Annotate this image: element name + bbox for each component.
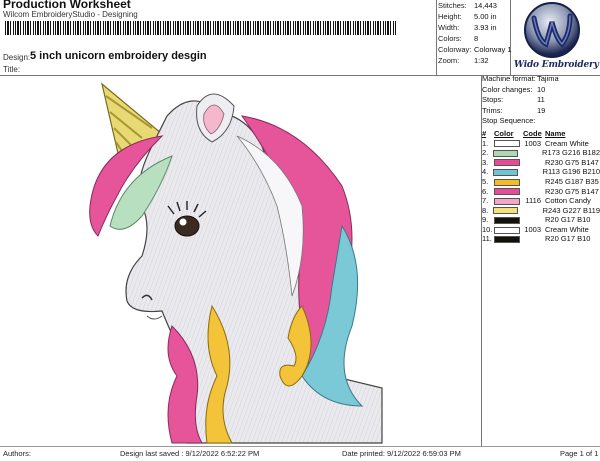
sequence-row: 10. 1003 Cream White (482, 224, 589, 234)
color-swatch (494, 226, 520, 234)
authors-label: Authors: (3, 449, 31, 458)
sequence-row: 4. R113 G196 B210 (482, 167, 600, 177)
logo-text: Wido Embroidery (514, 60, 599, 70)
stat-height: Height: 5.00 in (438, 12, 497, 21)
date-printed: Date printed: 9/12/2022 6:59:03 PM (342, 449, 461, 458)
color-swatch (493, 207, 519, 215)
sequence-row: 5. R245 G187 B35 (482, 176, 599, 186)
color-swatch (494, 197, 520, 205)
color-swatch (493, 149, 519, 157)
last-saved: Design last saved : 9/12/2022 6:52:22 PM (120, 449, 260, 458)
stat-zoom: Zoom: 1:32 (438, 56, 489, 65)
mouth (146, 315, 163, 320)
sequence-row: 9. R20 G17 B10 (482, 215, 591, 225)
color-swatch (494, 188, 520, 196)
sequence-header: # Color Code Name (482, 128, 566, 138)
stops: Stops: 11 (482, 95, 545, 104)
stat-colors: Colors: 8 (438, 34, 479, 43)
sequence-row: 7. 1116 Cotton Candy (482, 196, 591, 206)
sequence-row: 2. R173 G216 B182 (482, 148, 600, 158)
sequence-row: 11. R20 G17 B10 (482, 234, 591, 244)
stop-sequence-title: Stop Sequence: (482, 116, 536, 125)
sequence-row: 8. R243 G227 B119 (482, 205, 600, 215)
color-swatch (494, 159, 520, 167)
stat-stitches: Stitches: 14,443 (438, 1, 497, 10)
color-swatch (494, 178, 520, 186)
footer: Authors: Design last saved : 9/12/2022 6… (0, 446, 600, 461)
color-changes: Color changes: 10 (482, 84, 546, 94)
design-name: 5 inch unicorn embroidery desgin (30, 50, 207, 62)
sequence-row: 6. R230 G75 B147 (482, 186, 599, 196)
design-label: Design: (3, 53, 31, 62)
stats-divider (436, 0, 437, 75)
trims: Trims: 19 (482, 105, 546, 115)
color-swatch (494, 217, 520, 225)
color-swatch (494, 140, 520, 148)
machine-format: Machine format: Tajima (482, 74, 559, 83)
sequence-row: 1. 1003 Cream White (482, 138, 589, 148)
sequence-row: 3. R230 G75 B147 (482, 157, 599, 167)
stat-width: Width: 3.93 in (438, 23, 497, 32)
color-swatch (494, 236, 520, 244)
stat-colorway: Colorway: Colorway 1 (438, 45, 512, 54)
barcode (5, 21, 397, 35)
title-label: Title: (3, 65, 21, 74)
design-canvas (89, 82, 383, 444)
page-number: Page 1 of 1 (560, 449, 599, 458)
machine-panel: Machine format: Tajima Color changes: 10 S… (482, 74, 600, 245)
eye (174, 215, 200, 237)
design-stats: Stitches: 14,443 Height: 5.00 in Width: 3.9… (438, 0, 512, 66)
color-swatch (493, 169, 519, 177)
app-subtitle: Wilcom EmbroideryStudio - Designing (3, 10, 138, 19)
sequence-list: 1. 1003 Cream White 2. R173 G216 B182 3. R230 … (482, 139, 600, 245)
